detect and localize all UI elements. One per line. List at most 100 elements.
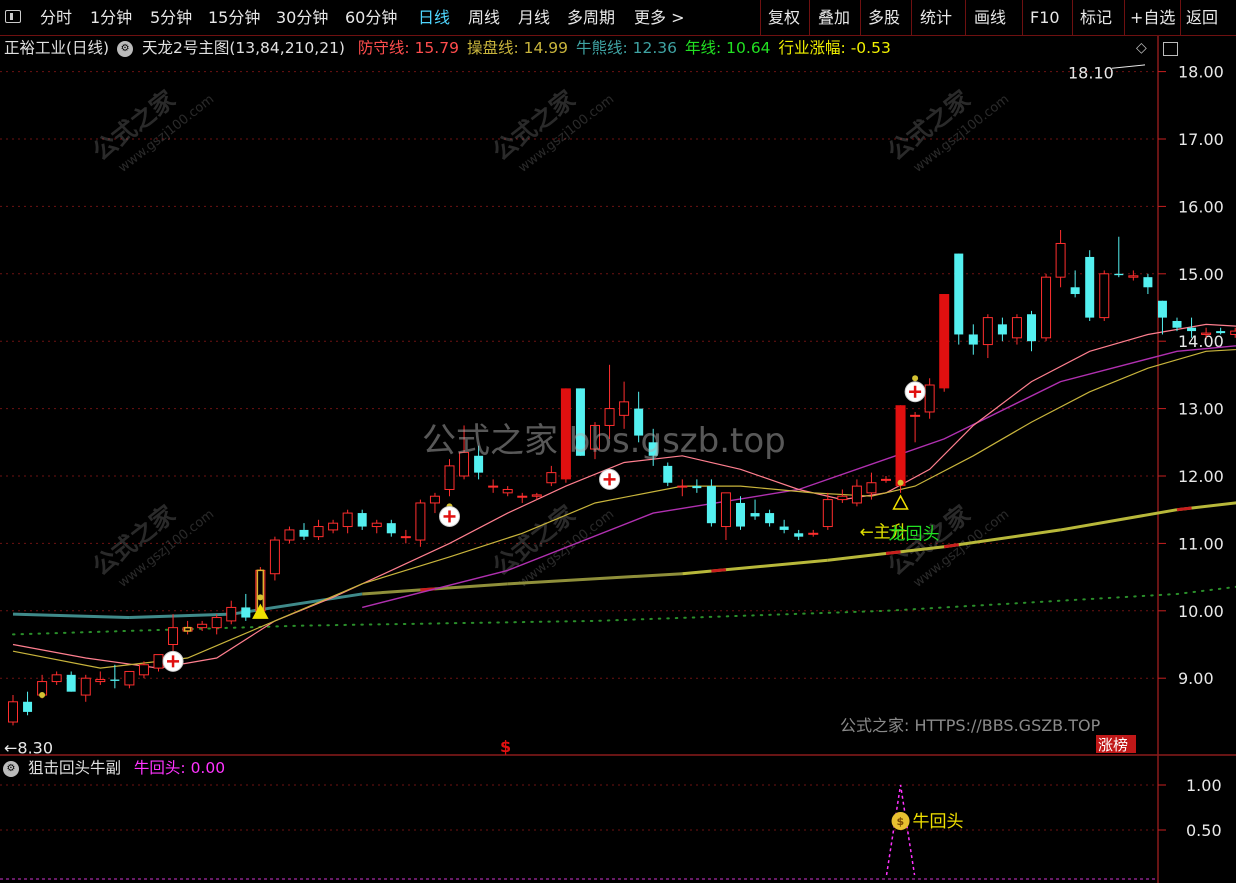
candle [837,489,848,503]
candle-body [531,494,542,497]
candle-body [211,617,222,629]
candle [663,462,673,487]
candle-body [95,679,106,683]
candle-body [197,623,208,629]
y-tick-label: 10.00 [1178,602,1224,621]
candle [357,509,367,530]
candle-body [51,674,62,683]
candle-body [808,532,819,535]
candle [1041,273,1052,342]
candle-body [677,485,688,488]
candle-body [1027,314,1036,342]
candle-body [750,513,760,517]
candle [110,664,120,689]
candle-body [415,502,426,541]
candle [400,529,411,544]
candle-body [1128,275,1139,278]
candle [168,614,179,652]
candle-body [851,485,862,504]
y-tick-label: 16.00 [1178,197,1224,216]
candle-body [1099,273,1110,319]
candlestick-chart[interactable]: 18.00 17.00 16.00 15.00 14.00 13.00 12.00 11.00… [0,0,1236,883]
candle [808,529,819,537]
candle [429,492,440,514]
candle-body [736,502,745,527]
high-price-label: 18.10 [1068,64,1114,83]
candle [939,294,950,392]
candle [1027,310,1036,352]
candle [1099,270,1110,321]
bull-bear-segment [129,612,232,620]
candle [284,526,295,544]
bull-return-label: 牛回头 [913,812,964,832]
candle-body [954,253,964,335]
candle [968,324,978,355]
candle [881,476,891,483]
candle [794,529,804,541]
candle-body [866,482,877,494]
candle [765,509,775,527]
candle [66,671,76,692]
watermark-tile: 公式之家www.gszj100.com [487,85,617,176]
dollar-marker: $ [500,737,511,756]
candle-body [924,384,935,413]
candles [8,229,1236,726]
candle [692,479,702,493]
candle-body [881,478,891,481]
candle [895,405,906,493]
candle-body [517,495,528,498]
candle-body [794,533,804,537]
chart-annotation-label: 龙回头 [889,524,940,544]
candle-body [1055,242,1066,278]
candle-body [284,529,295,541]
candle [328,519,339,534]
buy-cross-marker [439,505,460,527]
bull-bear-segment [1060,508,1178,532]
candle-body [153,654,164,669]
candle [342,509,353,534]
candle [1055,229,1066,288]
candle [750,499,760,520]
y-tick-label: 14.00 [1178,332,1224,351]
candle [982,314,993,359]
candle-body [765,513,775,524]
candle-body [837,495,848,501]
signal-dot [897,479,904,486]
candle-body [1230,330,1236,335]
operate-line [12,348,1236,669]
candle [8,695,18,726]
candle [211,614,222,635]
buy-cross-marker [599,468,621,490]
candle-body [124,670,135,686]
candle-body [1143,277,1153,288]
candle-body [138,664,149,676]
candle-body [1070,287,1080,295]
candle-body [444,465,455,490]
candle [822,492,833,530]
candle [269,536,280,581]
candle-body [692,486,702,489]
bull-bear-segment [12,612,130,620]
signal-triangle [892,494,909,510]
candle-body [8,701,18,723]
candle-body [619,401,630,416]
y-tick-label: 9.00 [1178,669,1214,688]
candle [444,459,455,497]
y-tick-label: 12.00 [1178,467,1224,486]
candle-body [80,677,91,696]
candle [1157,300,1167,335]
candle [1085,250,1095,321]
candle-body [269,539,280,575]
candle-body [328,522,339,531]
bottom-watermark: 公式之家: HTTPS://BBS.GSZB.TOP [840,716,1101,735]
y-tick-label: 13.00 [1178,400,1224,419]
candle [1128,270,1139,281]
candle-body [110,679,120,681]
candle [720,492,731,541]
candle-body [1187,327,1197,332]
watermark-tile: 公式之家www.gszj100.com [882,85,1012,176]
candle [1230,327,1236,338]
candle [386,519,396,537]
candle-body [429,495,440,504]
candle-body [706,486,716,524]
